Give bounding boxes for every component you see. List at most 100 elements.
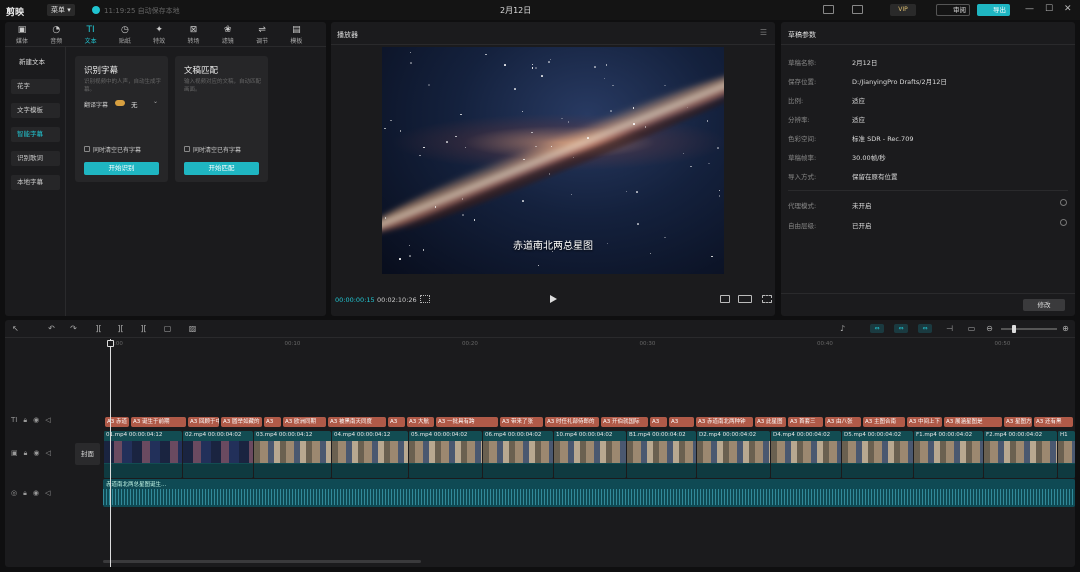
video-clip[interactable]: D4.mp4 00:00:04:02 bbox=[770, 431, 841, 478]
subtitle-overlay[interactable]: 赤道南北两总星图 bbox=[382, 237, 724, 252]
review-button[interactable]: 审阅 bbox=[936, 4, 970, 16]
fullscreen-icon[interactable] bbox=[762, 295, 772, 303]
menu-icon[interactable]: ☰ bbox=[760, 28, 767, 37]
text-clip[interactable]: A3 主图合南 bbox=[863, 417, 905, 427]
text-clip[interactable]: A3 带来了张 bbox=[500, 417, 543, 427]
video-clip[interactable]: 10.mp4 00:00:04:02 bbox=[553, 431, 626, 478]
text-clip[interactable]: A3 一批具有跨 bbox=[436, 417, 498, 427]
translate-select[interactable]: 无 bbox=[131, 99, 138, 109]
clear-subtitles-checkbox[interactable] bbox=[184, 146, 190, 152]
video-clip[interactable]: F1.mp4 00:00:04:02 bbox=[913, 431, 983, 478]
sidebar-item[interactable]: 花字 bbox=[11, 79, 60, 94]
video-clip[interactable]: 01.mp4 00:00:04:12 bbox=[103, 431, 182, 478]
text-clip[interactable]: A3 时任礼部侍郎的 bbox=[545, 417, 599, 427]
tab-7[interactable]: ⇌ 调节 bbox=[248, 25, 276, 45]
timeline-grid-icon[interactable] bbox=[420, 295, 430, 303]
mute-icon[interactable]: ◁ bbox=[45, 489, 50, 497]
video-preview[interactable]: 赤道南北两总星图 bbox=[382, 47, 724, 274]
lock-icon[interactable]: 🔒︎ bbox=[24, 449, 28, 457]
video-clip[interactable]: F2.mp4 00:00:04:02 bbox=[983, 431, 1057, 478]
eye-icon[interactable]: ◉ bbox=[33, 489, 39, 497]
translate-toggle[interactable] bbox=[115, 100, 125, 106]
lock-icon[interactable]: 🔒︎ bbox=[23, 489, 27, 497]
text-clip[interactable]: A3 欧洲同期 bbox=[283, 417, 326, 427]
video-clip[interactable]: 06.mp4 00:00:04:02 bbox=[482, 431, 553, 478]
eye-icon[interactable]: ◉ bbox=[33, 416, 39, 424]
maximize-icon[interactable]: ☐ bbox=[1045, 4, 1053, 14]
tab-4[interactable]: ✦ 特效 bbox=[145, 25, 173, 45]
screenshot-icon[interactable] bbox=[720, 295, 730, 303]
close-icon[interactable]: ✕ bbox=[1064, 4, 1072, 14]
text-clip[interactable]: A3 星图方 bbox=[1004, 417, 1032, 427]
text-clip[interactable]: A3 bbox=[388, 417, 405, 427]
zoom-out-icon[interactable]: ⊖ bbox=[985, 324, 994, 333]
text-clip[interactable]: A3 首套三 bbox=[788, 417, 823, 427]
sidebar-item[interactable]: 本地字幕 bbox=[11, 175, 60, 190]
zoom-slider-handle[interactable] bbox=[1012, 325, 1016, 333]
sidebar-item[interactable]: 新建文本 bbox=[11, 55, 60, 70]
trim-left-icon[interactable]: ][ bbox=[116, 324, 125, 333]
text-clip[interactable]: A3 大航 bbox=[407, 417, 434, 427]
lock-icon[interactable]: 🔒︎ bbox=[23, 416, 27, 424]
link-main-track-icon[interactable]: ⇔ bbox=[870, 324, 884, 333]
redo-icon[interactable]: ↷ bbox=[69, 324, 78, 333]
link-audio-icon[interactable]: ⇔ bbox=[918, 324, 932, 333]
playhead[interactable] bbox=[110, 339, 111, 567]
info-icon[interactable] bbox=[1060, 219, 1067, 226]
cover-button[interactable]: 封面 bbox=[75, 443, 100, 465]
video-clip[interactable]: D5.mp4 00:00:04:02 bbox=[841, 431, 913, 478]
video-clip[interactable]: 04.mp4 00:00:04:12 bbox=[331, 431, 408, 478]
shortcut-icon[interactable] bbox=[823, 5, 834, 14]
tab-3[interactable]: ◷ 贴纸 bbox=[111, 25, 139, 45]
eye-icon[interactable]: ◉ bbox=[33, 449, 39, 457]
text-clip[interactable]: A3 圆举如藏的 bbox=[221, 417, 262, 427]
text-clip[interactable]: A3 赤道 bbox=[105, 417, 129, 427]
text-clip[interactable]: A3 bbox=[264, 417, 281, 427]
start-match-button[interactable]: 开始匹配 bbox=[184, 162, 259, 175]
video-clip[interactable]: H1 bbox=[1057, 431, 1075, 478]
play-icon[interactable] bbox=[550, 295, 557, 303]
text-clip[interactable]: A3 还有黑 bbox=[1034, 417, 1073, 427]
delete-icon[interactable]: ▢ bbox=[163, 324, 172, 333]
text-clip[interactable]: A3 此星图 bbox=[755, 417, 786, 427]
video-clip[interactable]: 05.mp4 00:00:04:02 bbox=[408, 431, 482, 478]
link-preview-icon[interactable]: ⇔ bbox=[894, 324, 908, 333]
text-clip[interactable]: A3 诞生于前期 bbox=[131, 417, 186, 427]
time-ruler[interactable]: 00:00 00:10 00:20 00:30 00:40 00:50 bbox=[103, 339, 1075, 349]
select-tool-icon[interactable]: ↖ bbox=[11, 324, 20, 333]
tab-8[interactable]: ▤ 模板 bbox=[282, 25, 310, 45]
text-clip[interactable]: A3 开伯就国际 bbox=[601, 417, 648, 427]
sidebar-item[interactable]: 智能字幕 bbox=[11, 127, 60, 142]
split-icon[interactable]: ][ bbox=[94, 324, 103, 333]
split-screen-icon[interactable]: ⊣ bbox=[945, 324, 954, 333]
mute-icon[interactable]: ◁ bbox=[45, 449, 50, 457]
sidebar-item[interactable]: 文字模板 bbox=[11, 103, 60, 118]
tab-0[interactable]: ▣ 媒体 bbox=[8, 25, 36, 45]
sidebar-item[interactable]: 识别歌词 bbox=[11, 151, 60, 166]
minimize-icon[interactable]: — bbox=[1025, 4, 1034, 14]
text-clip[interactable]: A3 中间上下 bbox=[907, 417, 942, 427]
zoom-slider[interactable] bbox=[1001, 328, 1057, 330]
ratio-icon[interactable] bbox=[738, 295, 752, 303]
video-clip[interactable]: 03.mp4 00:00:04:12 bbox=[253, 431, 331, 478]
edit-params-button[interactable]: 修改 bbox=[1023, 299, 1065, 311]
text-clip[interactable]: A3 被黑南天同度 bbox=[328, 417, 386, 427]
info-icon[interactable] bbox=[1060, 199, 1067, 206]
trim-right-icon[interactable]: ][ bbox=[139, 324, 148, 333]
vip-badge[interactable]: VIP bbox=[890, 4, 916, 16]
chevron-down-icon[interactable]: ⌄ bbox=[153, 98, 158, 105]
crop-icon[interactable]: ▨ bbox=[188, 324, 197, 333]
mute-icon[interactable]: ◁ bbox=[45, 416, 50, 424]
tab-6[interactable]: ❀ 滤镜 bbox=[214, 25, 242, 45]
tab-5[interactable]: ⊠ 转场 bbox=[180, 25, 208, 45]
text-clip[interactable]: A3 展涵星图是 bbox=[944, 417, 1002, 427]
layout-icon[interactable] bbox=[852, 5, 863, 14]
start-recognize-button[interactable]: 开始识别 bbox=[84, 162, 159, 175]
zoom-fit-icon[interactable]: ⊕ bbox=[1061, 324, 1070, 333]
audio-clip[interactable]: 赤道南北两总星图诞生... bbox=[103, 479, 1075, 507]
text-clip[interactable]: A3 bbox=[650, 417, 667, 427]
export-button[interactable]: 导出 bbox=[977, 4, 1010, 16]
main-menu-button[interactable]: 菜单 ▾ bbox=[47, 4, 75, 16]
video-clip[interactable]: 02.mp4 00:00:04:02 bbox=[182, 431, 253, 478]
text-clip[interactable]: A3 bbox=[669, 417, 694, 427]
